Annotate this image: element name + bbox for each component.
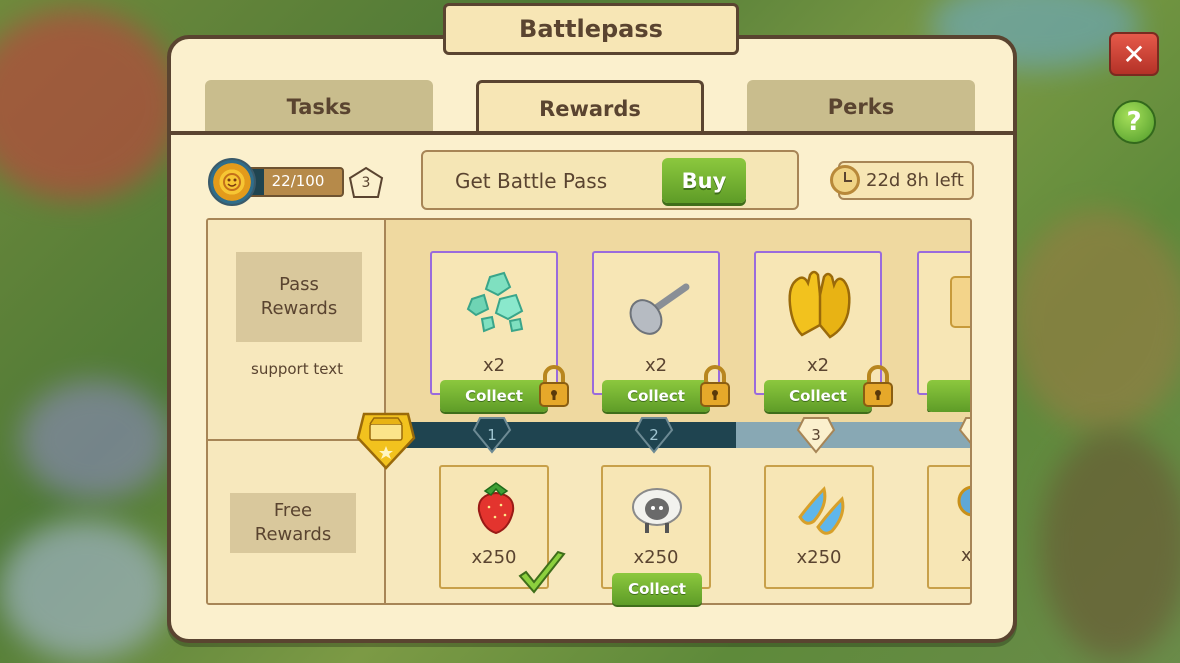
collect-button[interactable]: Collect xyxy=(612,573,702,605)
get-battle-pass-label: Get Battle Pass xyxy=(455,169,608,193)
level-marker-number: 3 xyxy=(811,426,821,444)
next-level-badge: 3 xyxy=(348,166,384,200)
free-rewards-label: Free Rewards xyxy=(230,493,356,553)
level-marker: 3 xyxy=(796,416,836,454)
battlepass-shop-icon xyxy=(356,412,416,470)
level-marker: 1 xyxy=(472,416,512,454)
background-flowers xyxy=(20,380,170,500)
close-button[interactable]: ✕ xyxy=(1109,32,1159,76)
collect-button[interactable]: Co xyxy=(927,380,970,412)
collect-button[interactable]: Collect xyxy=(764,380,872,412)
get-battle-pass-box: Get Battle Pass Buy xyxy=(421,150,799,210)
level-marker-number: 1 xyxy=(487,426,497,444)
free-reward-qty: x250 xyxy=(796,547,842,568)
next-level-number: 3 xyxy=(361,175,371,191)
tab-rewards[interactable]: Rewards xyxy=(476,80,704,135)
tab-perks[interactable]: Perks xyxy=(747,80,975,133)
free-reward-card[interactable]: x250 xyxy=(601,465,711,589)
collect-button-partial[interactable]: Co xyxy=(927,380,970,412)
help-button[interactable]: ? xyxy=(1112,100,1156,144)
support-text: support text xyxy=(251,360,343,378)
pass-rewards-label-text: Pass Rewards xyxy=(260,274,338,319)
pass-rewards-label: Pass Rewards xyxy=(236,252,362,342)
free-reward-qty: x xyxy=(961,545,970,566)
level-marker-partial xyxy=(958,416,970,454)
close-icon: ✕ xyxy=(1122,37,1146,71)
background-building xyxy=(0,10,180,200)
gloves-icon xyxy=(788,270,851,339)
lock-icon xyxy=(700,365,730,407)
lock-icon xyxy=(863,365,893,407)
checkmark-icon xyxy=(518,550,566,594)
coin-icon xyxy=(957,485,970,517)
tabs-divider xyxy=(170,131,1014,135)
sheep-icon xyxy=(632,488,682,533)
level-marker: 2 xyxy=(634,416,674,454)
tab-tasks[interactable]: Tasks xyxy=(205,80,433,133)
lock-icon xyxy=(539,365,569,407)
panel-title: Battlepass xyxy=(443,3,739,55)
buy-button[interactable]: Buy xyxy=(662,158,746,203)
map-icon xyxy=(950,276,970,328)
level-marker-number: 2 xyxy=(649,426,659,444)
free-reward-card[interactable]: x250 xyxy=(764,465,874,589)
level-progress-fill xyxy=(385,422,736,448)
question-icon: ? xyxy=(1126,107,1142,137)
pass-reward-card-partial[interactable] xyxy=(917,251,970,395)
background-field xyxy=(1040,430,1180,660)
collect-button[interactable]: Collect xyxy=(440,380,548,412)
nail-icon xyxy=(629,283,690,335)
free-reward-card-partial[interactable]: x xyxy=(927,465,970,589)
strawberry-icon xyxy=(477,482,515,535)
collect-button[interactable]: Collect xyxy=(602,380,710,412)
free-rewards-label-text: Free Rewards xyxy=(254,500,332,545)
water-drops-icon xyxy=(798,486,845,535)
free-reward-qty: x250 xyxy=(633,547,679,568)
background-pond xyxy=(0,520,170,660)
clock-icon xyxy=(830,165,860,195)
gems-icon xyxy=(466,271,524,333)
sun-level-icon xyxy=(208,158,256,206)
background-barn xyxy=(1010,210,1180,430)
xp-progress-text: 22/100 xyxy=(271,172,325,190)
